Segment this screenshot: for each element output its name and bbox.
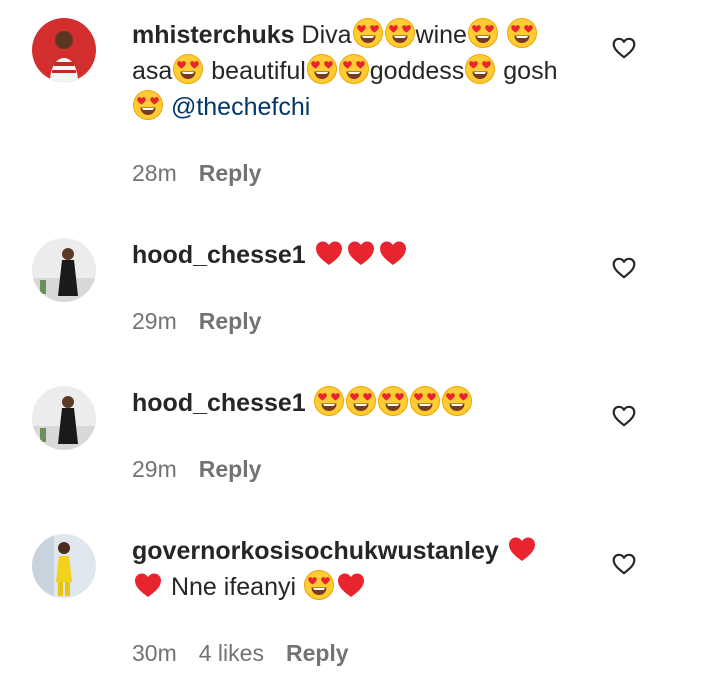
- comment-meta: 28m Reply: [132, 160, 261, 187]
- like-heart-icon[interactable]: [611, 35, 637, 61]
- comment-meta: 30m 4 likes Reply: [132, 640, 349, 667]
- timestamp: 29m: [132, 456, 177, 482]
- red-heart-icon: [345, 237, 377, 269]
- heart-eyes-icon: [338, 53, 370, 85]
- like-heart-icon[interactable]: [611, 403, 637, 429]
- comment-word: Diva: [301, 21, 352, 49]
- comment-text: hood_chesse1: [132, 385, 572, 421]
- avatar[interactable]: [32, 18, 96, 82]
- heart-eyes-icon: [172, 53, 204, 85]
- comment-word: goddess: [369, 57, 465, 85]
- reply-button[interactable]: Reply: [199, 160, 262, 186]
- red-heart-icon: [377, 237, 409, 269]
- red-heart-icon: [313, 237, 345, 269]
- comment-meta: 29m Reply: [132, 456, 261, 483]
- comment-word: beautiful: [204, 57, 306, 85]
- heart-eyes-icon: [384, 17, 416, 49]
- avatar[interactable]: [32, 238, 96, 302]
- heart-eyes-icon: [306, 53, 338, 85]
- heart-eyes-icon: [467, 17, 499, 49]
- comment-word: asa: [132, 57, 173, 85]
- like-heart-icon[interactable]: [611, 255, 637, 281]
- like-heart-icon[interactable]: [611, 551, 637, 577]
- red-heart-icon: [506, 533, 538, 565]
- timestamp: 30m: [132, 640, 177, 666]
- heart-eyes-icon: [132, 89, 164, 121]
- heart-eyes-icon: [352, 17, 384, 49]
- reply-button[interactable]: Reply: [286, 640, 349, 666]
- comment-word: wine: [415, 21, 467, 49]
- username[interactable]: mhisterchuks: [132, 21, 295, 49]
- avatar[interactable]: [32, 534, 96, 598]
- avatar[interactable]: [32, 386, 96, 450]
- heart-eyes-icon: [303, 569, 335, 601]
- username[interactable]: hood_chesse1: [132, 241, 306, 269]
- like-count[interactable]: 4 likes: [199, 640, 264, 666]
- heart-eyes-icon: [409, 385, 441, 417]
- heart-eyes-icon: [313, 385, 345, 417]
- comment-word: gosh: [503, 57, 558, 85]
- comment-word: Nne ifeanyi: [170, 573, 297, 601]
- heart-eyes-icon: [441, 385, 473, 417]
- username[interactable]: governorkosisochukwustanley: [132, 537, 499, 565]
- comment-text: mhisterchuks Diva wine asa beautiful godde…: [132, 17, 572, 125]
- heart-eyes-icon: [345, 385, 377, 417]
- mention-link[interactable]: @thechefchi: [171, 93, 310, 121]
- heart-eyes-icon: [506, 17, 538, 49]
- heart-eyes-icon: [464, 53, 496, 85]
- comment-meta: 29m Reply: [132, 308, 261, 335]
- heart-eyes-icon: [377, 385, 409, 417]
- timestamp: 29m: [132, 308, 177, 334]
- reply-button[interactable]: Reply: [199, 308, 262, 334]
- red-heart-icon: [132, 569, 164, 601]
- reply-button[interactable]: Reply: [199, 456, 262, 482]
- username[interactable]: hood_chesse1: [132, 389, 306, 417]
- comment-text: hood_chesse1: [132, 237, 572, 273]
- comment-text: governorkosisochukwustanley Nne ifeanyi: [132, 533, 572, 605]
- red-heart-icon: [335, 569, 367, 601]
- timestamp: 28m: [132, 160, 177, 186]
